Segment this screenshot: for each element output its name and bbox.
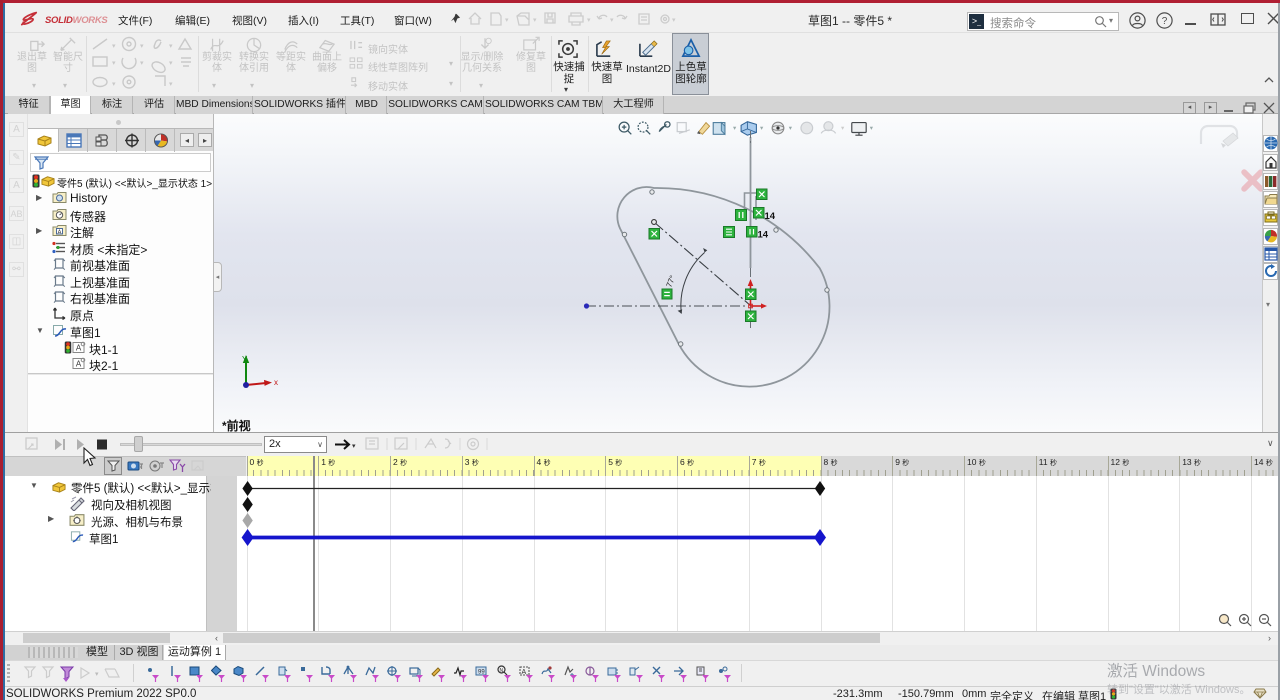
svg-text:▾: ▾ xyxy=(169,43,173,50)
svg-text:Y: Y xyxy=(242,355,248,364)
svg-text:77°: 77° xyxy=(665,274,678,289)
svg-text:▾: ▾ xyxy=(112,81,116,88)
svg-text:▾: ▾ xyxy=(140,60,144,67)
svg-text:14: 14 xyxy=(758,230,769,241)
svg-text:▾: ▾ xyxy=(140,43,144,50)
svg-text:A: A xyxy=(58,229,62,235)
svg-text:?: ? xyxy=(1162,16,1168,27)
svg-text:▾: ▾ xyxy=(672,17,676,24)
svg-text:▾: ▾ xyxy=(169,81,173,88)
svg-text:14: 14 xyxy=(765,211,776,222)
svg-text:▾: ▾ xyxy=(587,17,591,24)
svg-text:▾: ▾ xyxy=(352,443,356,450)
svg-text:▾: ▾ xyxy=(112,60,116,67)
svg-text:▾: ▾ xyxy=(610,17,614,24)
svg-text:▾: ▾ xyxy=(95,671,99,678)
svg-text:▾: ▾ xyxy=(505,17,509,24)
svg-text:▾: ▾ xyxy=(169,60,173,67)
svg-text:▾: ▾ xyxy=(533,17,537,24)
svg-text:x: x xyxy=(274,378,278,387)
svg-text:▾: ▾ xyxy=(112,43,116,50)
